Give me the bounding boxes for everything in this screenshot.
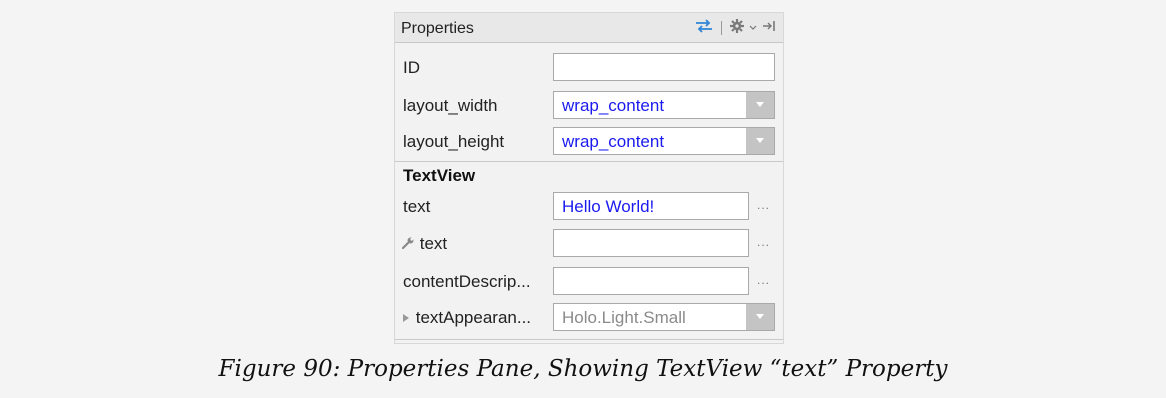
property-row-layout-height: layout_height wrap_content [395,123,783,159]
property-row-text-appearance: textAppearan... Holo.Light.Small [395,299,783,335]
tools-text-input[interactable] [553,229,749,257]
text-appearance-select[interactable]: Holo.Light.Small [553,303,775,331]
layout-width-value: wrap_content [562,96,665,115]
gear-icon[interactable] [729,18,745,39]
property-label-text-appearance[interactable]: textAppearan... [401,308,531,328]
property-label-id: ID [403,58,420,77]
figure-caption: Figure 90: Properties Pane, Showing Text… [218,356,948,382]
more-button[interactable]: ... [757,198,770,212]
section-divider [395,161,783,162]
property-row-layout-width: layout_width wrap_content [395,87,783,123]
swap-arrows-icon[interactable] [694,18,714,39]
property-label-layout-width: layout_width [403,96,498,115]
dropdown-arrow-icon[interactable] [746,128,774,154]
property-label-text: text [403,197,431,216]
expand-arrow-icon[interactable] [401,308,416,327]
property-label-layout-height: layout_height [403,132,505,151]
section-title-textview: TextView [403,166,476,185]
properties-title: Properties [401,20,474,37]
text-appearance-label: textAppearan... [415,308,532,327]
properties-header: Properties [395,13,783,43]
property-row-id: ID [395,49,783,85]
pin-icon[interactable] [761,18,777,39]
toolbar-separator [721,21,722,35]
header-toolbar [694,18,777,39]
layout-height-value: wrap_content [562,132,665,151]
layout-height-select[interactable]: wrap_content [553,127,775,155]
wrench-icon [401,234,420,253]
tools-text-label: text [419,234,448,253]
chevron-down-icon[interactable] [749,19,757,37]
id-input[interactable] [553,53,775,81]
text-input[interactable]: Hello World! [553,192,749,220]
property-row-text: text Hello World! ... [395,188,783,224]
bottom-divider [395,339,783,340]
layout-width-select[interactable]: wrap_content [553,91,775,119]
dropdown-arrow-icon[interactable] [746,92,774,118]
text-appearance-value: Holo.Light.Small [562,308,686,327]
more-button[interactable]: ... [757,235,770,249]
more-button[interactable]: ... [757,273,770,287]
properties-pane: Properties ID layout_width wrap_content … [394,12,784,344]
property-label-tools-text: text [401,234,447,254]
property-row-content-description: contentDescrip... ... [395,263,783,299]
property-label-content-description: contentDescrip... [403,272,531,291]
dropdown-arrow-icon[interactable] [746,304,774,330]
content-description-input[interactable] [553,267,749,295]
property-row-tools-text: text ... [395,225,783,261]
